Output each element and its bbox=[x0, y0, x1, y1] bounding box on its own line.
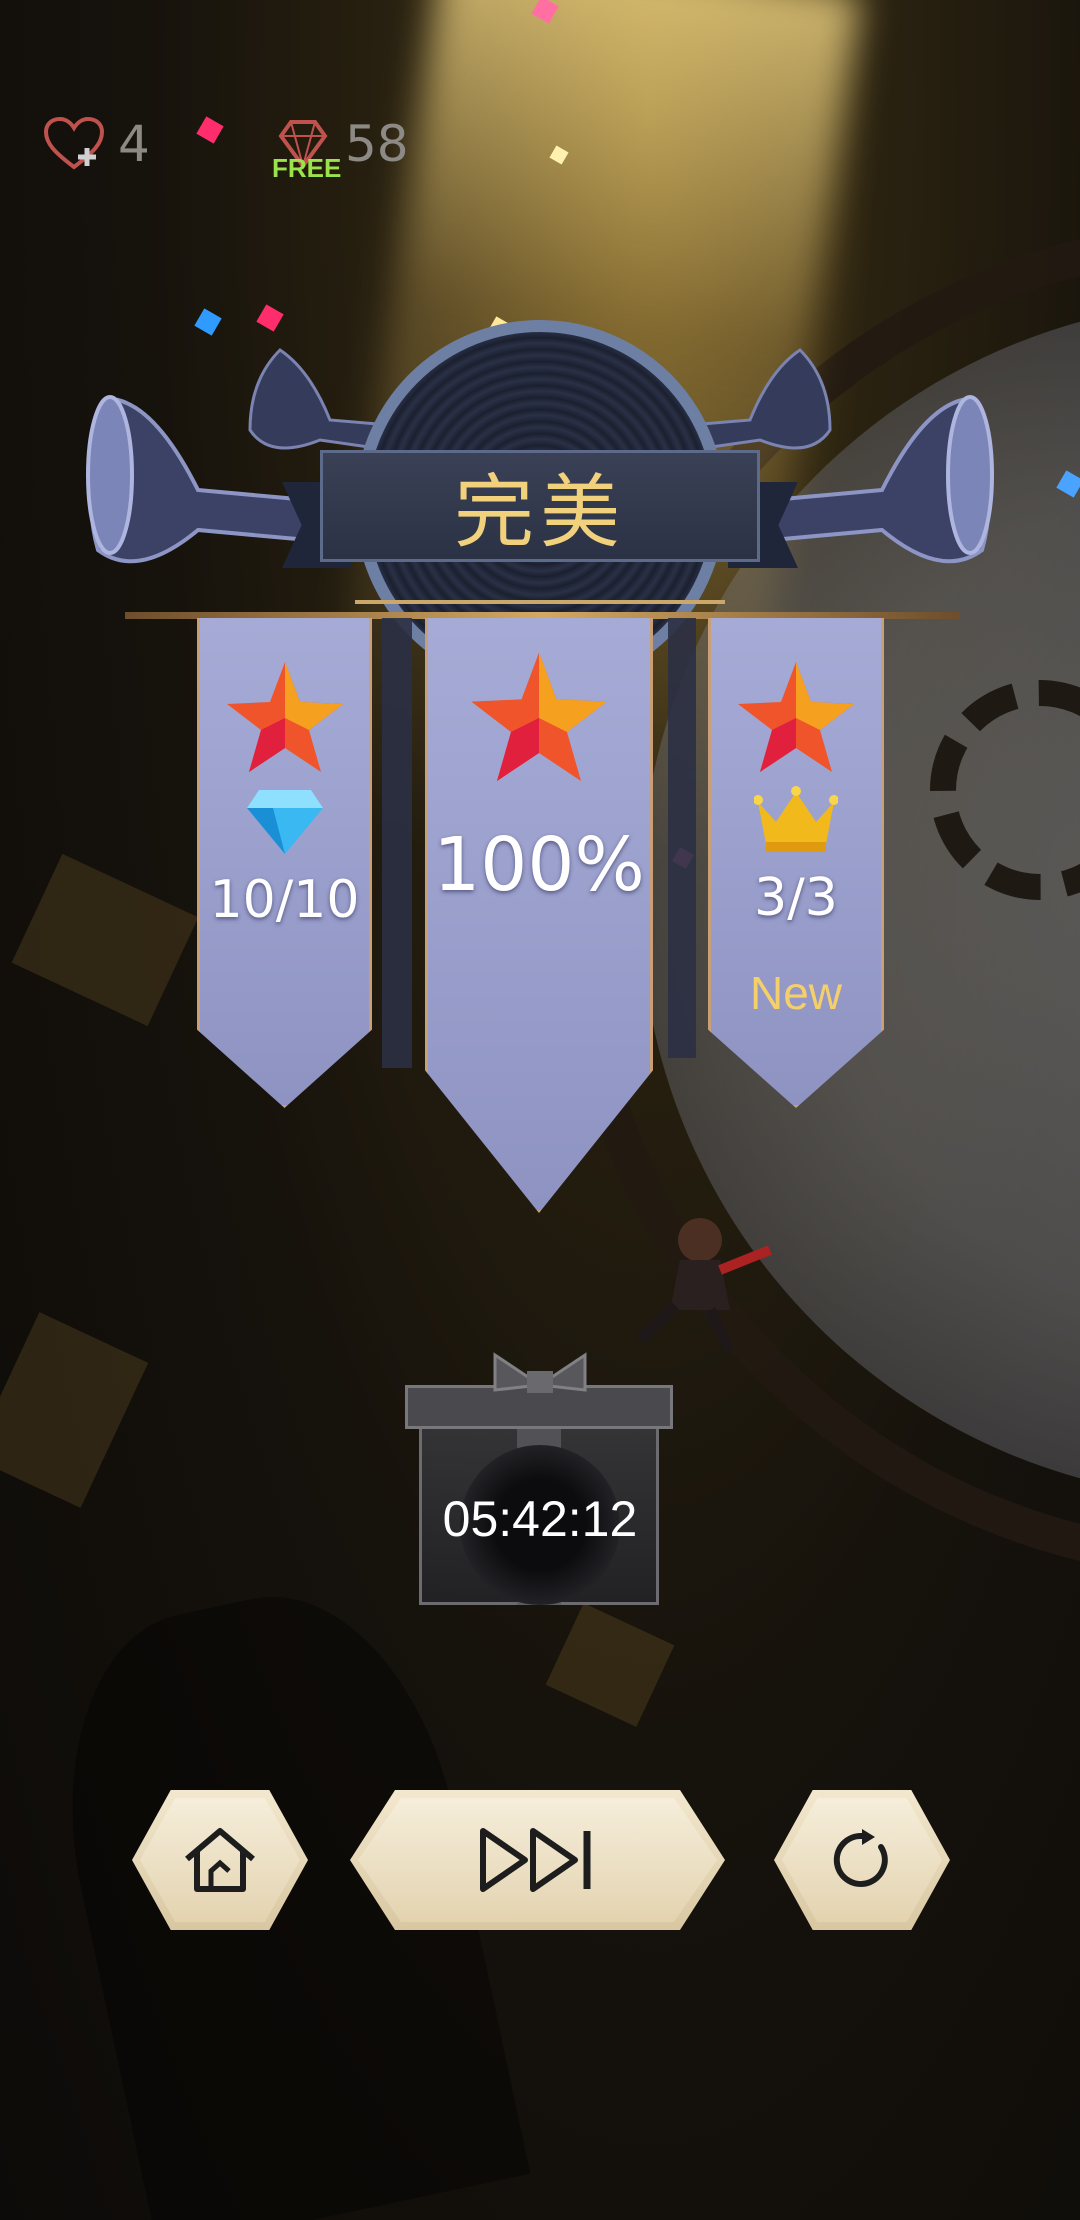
diamond-icon bbox=[246, 790, 323, 854]
completion-percent: 100% bbox=[433, 822, 645, 908]
next-level-button[interactable] bbox=[350, 1790, 725, 1930]
bow-icon bbox=[493, 1352, 587, 1393]
rod-thin bbox=[355, 600, 725, 604]
floating-shard bbox=[545, 1603, 675, 1727]
reward-chest[interactable] bbox=[405, 1345, 675, 1615]
lives-counter[interactable]: 4 bbox=[44, 115, 150, 173]
star-icon bbox=[471, 652, 607, 781]
chest-timer: 05:42:12 bbox=[442, 1491, 638, 1547]
crown-icon bbox=[754, 786, 838, 852]
lives-count: 4 bbox=[118, 115, 150, 173]
crown-pennant: 3/3 New bbox=[708, 618, 884, 1108]
banner-rod bbox=[125, 612, 960, 619]
crown-progress: 3/3 bbox=[754, 868, 838, 928]
gem-count: 58 bbox=[345, 115, 409, 173]
diamond-pennant: 10/10 bbox=[197, 618, 372, 1108]
heart-plus-icon bbox=[44, 116, 104, 170]
confetti bbox=[196, 116, 224, 144]
floating-shard bbox=[11, 853, 199, 1027]
star-icon bbox=[226, 662, 343, 772]
diamond-progress: 10/10 bbox=[209, 870, 360, 930]
retry-icon bbox=[833, 1829, 888, 1887]
home-icon bbox=[185, 1828, 255, 1892]
new-badge: New bbox=[749, 967, 843, 1019]
free-tag: FREE bbox=[272, 153, 342, 183]
next-icon bbox=[479, 1828, 590, 1892]
confetti bbox=[256, 304, 284, 332]
pennant-strip bbox=[382, 618, 412, 1068]
character-figure bbox=[635, 1218, 772, 1353]
result-title: 完美 bbox=[320, 450, 760, 562]
star-icon bbox=[738, 662, 854, 772]
pennant-strip bbox=[668, 618, 696, 1058]
confetti bbox=[194, 308, 222, 336]
floating-shard bbox=[0, 1312, 149, 1508]
